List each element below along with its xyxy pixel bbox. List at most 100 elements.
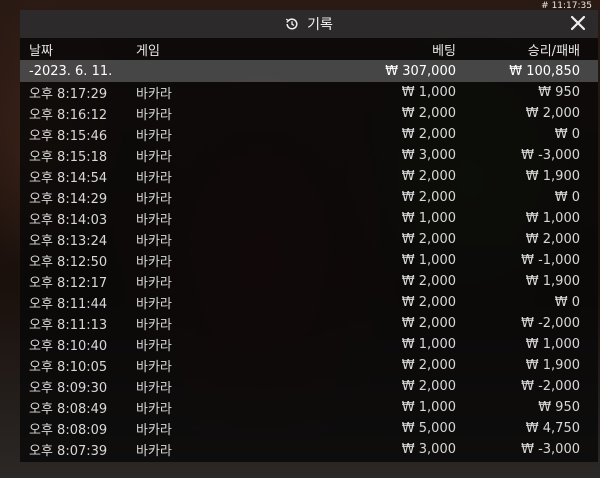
- row-time: 오후 8:08:09: [29, 423, 108, 438]
- row-time: 오후 8:15:46: [29, 129, 108, 144]
- row-time: 오후 8:12:50: [29, 255, 108, 270]
- row-time: 오후 8:13:24: [29, 234, 108, 249]
- row-bet: ₩ 2,000: [401, 379, 456, 394]
- row-game: 바카라: [136, 381, 172, 396]
- row-bet: ₩ 2,000: [401, 274, 456, 289]
- history-row[interactable]: 오후 8:13:24 바카라 ₩ 2,000 ₩ 2,000: [20, 229, 598, 250]
- row-result: ₩ 1,000: [525, 211, 580, 226]
- row-game: 바카라: [136, 444, 172, 459]
- row-time: 오후 8:09:30: [29, 381, 108, 396]
- row-game: 바카라: [136, 276, 172, 291]
- row-bet: ₩ 1,000: [401, 211, 456, 226]
- row-result: ₩ 4,750: [525, 421, 580, 436]
- history-title-bar: 기록: [20, 10, 598, 38]
- history-row[interactable]: 오후 8:15:46 바카라 ₩ 2,000 ₩ 0: [20, 124, 598, 145]
- history-row[interactable]: 오후 8:11:13 바카라 ₩ 2,000 ₩ -2,000: [20, 313, 598, 334]
- column-header-result[interactable]: 승리/패배: [456, 40, 580, 59]
- row-time: 오후 8:16:12: [29, 108, 108, 123]
- column-header-bet[interactable]: 베팅: [330, 40, 456, 59]
- row-game: 바카라: [136, 297, 172, 312]
- row-time: 오후 8:07:39: [29, 444, 108, 459]
- row-time: 오후 8:11:44: [29, 297, 108, 312]
- row-result: ₩ 0: [554, 127, 580, 142]
- history-row[interactable]: 오후 8:08:09 바카라 ₩ 5,000 ₩ 4,750: [20, 418, 598, 439]
- row-game: 바카라: [136, 171, 172, 186]
- history-list: 오후 8:17:29 바카라 ₩ 1,000 ₩ 950 오후 8:16:12 바카라 ₩ …: [20, 82, 598, 460]
- row-result: ₩ 1,900: [525, 274, 580, 289]
- history-icon: [285, 17, 299, 31]
- row-time: 오후 8:10:05: [29, 360, 108, 375]
- row-game: 바카라: [136, 423, 172, 438]
- history-row[interactable]: 오후 8:08:49 바카라 ₩ 1,000 ₩ 950: [20, 397, 598, 418]
- row-game: 바카라: [136, 129, 172, 144]
- column-header-date[interactable]: 날짜: [20, 40, 130, 59]
- row-game: 바카라: [136, 87, 172, 102]
- row-result: ₩ -2,000: [521, 379, 580, 394]
- history-panel: 기록 날짜 게임 베팅 승리/패배 -2023. 6. 11. ₩ 307,00…: [20, 10, 598, 462]
- row-time: 오후 8:17:29: [29, 87, 108, 102]
- row-result: ₩ 1,900: [525, 169, 580, 184]
- row-time: 오후 8:08:49: [29, 402, 108, 417]
- row-game: 바카라: [136, 255, 172, 270]
- row-result: ₩ -2,000: [521, 316, 580, 331]
- summary-date: -2023. 6. 11.: [29, 63, 113, 79]
- row-time: 오후 8:14:29: [29, 192, 108, 207]
- history-row[interactable]: 오후 8:16:12 바카라 ₩ 2,000 ₩ 2,000: [20, 103, 598, 124]
- history-row[interactable]: 오후 8:17:29 바카라 ₩ 1,000 ₩ 950: [20, 82, 598, 103]
- row-bet: ₩ 1,000: [401, 337, 456, 352]
- row-bet: ₩ 1,000: [401, 400, 456, 415]
- row-result: ₩ 950: [538, 85, 580, 100]
- row-result: ₩ 2,000: [525, 232, 580, 247]
- row-time: 오후 8:15:18: [29, 150, 108, 165]
- row-game: 바카라: [136, 108, 172, 123]
- day-summary-row[interactable]: -2023. 6. 11. ₩ 307,000 ₩ 100,850: [20, 60, 598, 82]
- close-button[interactable]: [568, 13, 588, 33]
- row-result: ₩ 2,000: [525, 106, 580, 121]
- history-row[interactable]: 오후 8:14:54 바카라 ₩ 2,000 ₩ 1,900: [20, 166, 598, 187]
- history-row[interactable]: 오후 8:12:17 바카라 ₩ 2,000 ₩ 1,900: [20, 271, 598, 292]
- row-game: 바카라: [136, 213, 172, 228]
- history-row[interactable]: 오후 8:11:44 바카라 ₩ 2,000 ₩ 0: [20, 292, 598, 313]
- history-row[interactable]: 오후 8:10:05 바카라 ₩ 2,000 ₩ 1,900: [20, 355, 598, 376]
- row-game: 바카라: [136, 150, 172, 165]
- row-bet: ₩ 1,000: [401, 85, 456, 100]
- row-result: ₩ 950: [538, 400, 580, 415]
- row-game: 바카라: [136, 318, 172, 333]
- row-bet: ₩ 2,000: [401, 232, 456, 247]
- row-bet: ₩ 3,000: [401, 442, 456, 457]
- history-row[interactable]: 오후 8:09:30 바카라 ₩ 2,000 ₩ -2,000: [20, 376, 598, 397]
- row-result: ₩ -3,000: [521, 442, 580, 457]
- close-icon: [570, 15, 586, 31]
- row-bet: ₩ 1,000: [401, 253, 456, 268]
- row-result: ₩ 1,000: [525, 337, 580, 352]
- history-row[interactable]: 오후 8:07:39 바카라 ₩ 3,000 ₩ -3,000: [20, 439, 598, 460]
- row-bet: ₩ 3,000: [401, 148, 456, 163]
- row-time: 오후 8:14:54: [29, 171, 108, 186]
- row-game: 바카라: [136, 234, 172, 249]
- row-bet: ₩ 2,000: [401, 295, 456, 310]
- row-result: ₩ -1,000: [521, 253, 580, 268]
- row-bet: ₩ 2,000: [401, 316, 456, 331]
- history-row[interactable]: 오후 8:14:03 바카라 ₩ 1,000 ₩ 1,000: [20, 208, 598, 229]
- row-game: 바카라: [136, 360, 172, 375]
- column-header-game[interactable]: 게임: [130, 40, 330, 59]
- summary-bet-total: ₩ 307,000: [385, 63, 456, 79]
- row-result: ₩ 0: [554, 295, 580, 310]
- row-bet: ₩ 2,000: [401, 358, 456, 373]
- row-time: 오후 8:10:40: [29, 339, 108, 354]
- row-result: ₩ 1,900: [525, 358, 580, 373]
- row-game: 바카라: [136, 339, 172, 354]
- history-row[interactable]: 오후 8:10:40 바카라 ₩ 1,000 ₩ 1,000: [20, 334, 598, 355]
- history-row[interactable]: 오후 8:14:29 바카라 ₩ 2,000 ₩ 0: [20, 187, 598, 208]
- row-bet: ₩ 2,000: [401, 106, 456, 121]
- row-result: ₩ -3,000: [521, 148, 580, 163]
- panel-title: 기록: [307, 17, 333, 33]
- row-bet: ₩ 5,000: [401, 421, 456, 436]
- row-bet: ₩ 2,000: [401, 169, 456, 184]
- history-row[interactable]: 오후 8:15:18 바카라 ₩ 3,000 ₩ -3,000: [20, 145, 598, 166]
- row-result: ₩ 0: [554, 190, 580, 205]
- row-game: 바카라: [136, 192, 172, 207]
- row-game: 바카라: [136, 402, 172, 417]
- row-bet: ₩ 2,000: [401, 127, 456, 142]
- history-row[interactable]: 오후 8:12:50 바카라 ₩ 1,000 ₩ -1,000: [20, 250, 598, 271]
